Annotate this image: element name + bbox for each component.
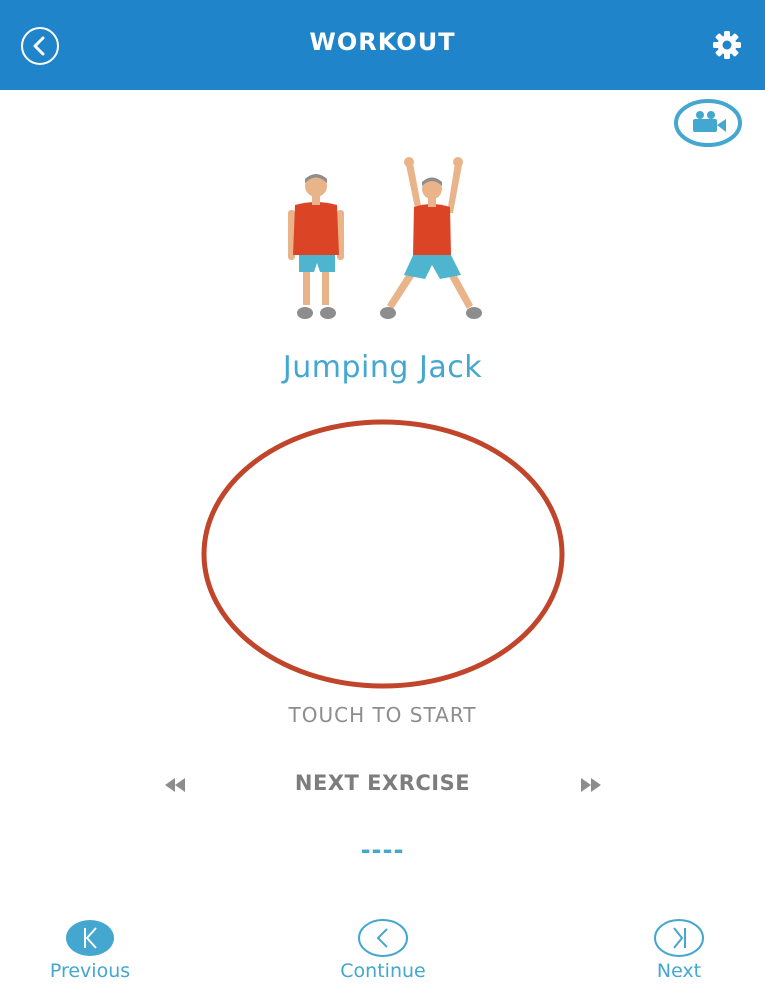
standing-figure	[288, 174, 344, 319]
next-exercise-value: ----	[360, 836, 405, 864]
next-button[interactable]: Next	[609, 918, 749, 990]
continue-button[interactable]: Continue	[313, 918, 453, 990]
skip-next-icon	[654, 919, 704, 957]
page-title: WORKOUT	[309, 28, 456, 56]
exercise-name: Jumping Jack	[282, 350, 483, 385]
app-bar: WORKOUT	[0, 0, 765, 90]
video-camera-icon[interactable]	[673, 98, 743, 148]
touch-to-start-label: TOUCH TO START	[288, 703, 477, 727]
fast-forward-icon[interactable]	[578, 774, 604, 796]
previous-button[interactable]: Previous	[20, 918, 160, 990]
rewind-icon[interactable]	[162, 774, 188, 796]
next-exercise-label: NEXT EXRCISE	[294, 771, 471, 795]
start-timer-ring[interactable]	[200, 418, 566, 690]
jumping-figure	[380, 157, 482, 319]
jumping-jack-illustration	[288, 157, 482, 319]
gear-icon[interactable]	[710, 28, 744, 62]
previous-label: Previous	[49, 960, 131, 982]
next-label: Next	[656, 960, 702, 982]
continue-label: Continue	[340, 960, 426, 982]
chevron-left-icon	[358, 919, 408, 957]
skip-previous-icon	[66, 920, 114, 956]
